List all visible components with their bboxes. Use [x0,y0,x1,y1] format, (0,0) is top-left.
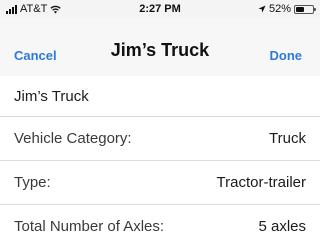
row-value: 5 axles [258,218,306,235]
location-arrow-icon [258,5,266,13]
vehicle-details-list: Vehicle Category: Truck Type: Tractor-tr… [0,117,320,248]
done-button[interactable]: Done [270,48,303,63]
vehicle-name-input[interactable] [14,84,304,108]
battery-fill [296,6,304,12]
row-value: Truck [269,130,306,147]
row-label: Total Number of Axles: [14,218,165,235]
status-right: 52% [258,3,316,15]
navigation-bar: Cancel Jim’s Truck Done [0,18,320,76]
vehicle-category-row[interactable]: Vehicle Category: Truck [0,117,320,161]
battery-icon [294,4,316,14]
row-value: Tractor-trailer [216,174,306,191]
status-bar: AT&T 2:27 PM 52% [0,0,320,18]
row-label: Type: [14,174,51,191]
total-axles-row[interactable]: Total Number of Axles: 5 axles [0,205,320,248]
vehicle-name-row [0,76,320,117]
battery-percent: 52% [268,3,291,15]
row-label: Vehicle Category: [14,130,132,147]
vehicle-type-row[interactable]: Type: Tractor-trailer [0,161,320,205]
